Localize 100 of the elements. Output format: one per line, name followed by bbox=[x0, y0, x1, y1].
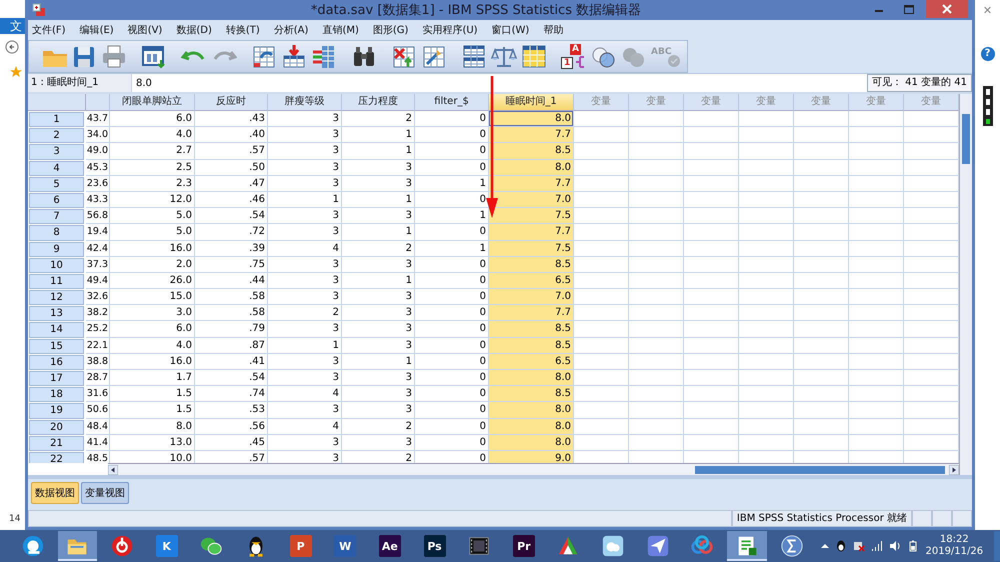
close-button[interactable]: ✕ bbox=[982, 4, 992, 17]
table-icon[interactable] bbox=[461, 44, 487, 70]
column-header[interactable]: 压力程度 bbox=[342, 94, 415, 111]
signal-icon[interactable] bbox=[871, 540, 884, 552]
table-cell: 8.5 bbox=[489, 256, 574, 273]
volume-icon[interactable] bbox=[889, 540, 902, 552]
empty-cell bbox=[849, 402, 904, 419]
empty-cell bbox=[684, 111, 739, 128]
back-icon[interactable] bbox=[5, 40, 19, 54]
table-cell: 3 bbox=[342, 370, 415, 386]
menu-item[interactable]: 直销(M) bbox=[322, 23, 359, 37]
row-header[interactable]: 7 bbox=[29, 209, 84, 224]
table-cell: 8.5 bbox=[489, 321, 574, 338]
table-cell: 8.5 bbox=[489, 386, 574, 402]
table-cell: 3 bbox=[268, 256, 342, 273]
horizontal-scrollbar[interactable] bbox=[108, 463, 959, 475]
printer-icon[interactable] bbox=[101, 44, 127, 70]
empty-cell bbox=[739, 418, 794, 435]
row-header[interactable]: 18 bbox=[29, 387, 84, 402]
row-header[interactable]: 22 bbox=[29, 452, 84, 463]
empty-cell bbox=[629, 224, 684, 240]
menu-item[interactable]: 编辑(E) bbox=[80, 23, 114, 37]
menu-item[interactable]: 帮助 bbox=[543, 23, 564, 37]
clock[interactable]: 18:22 2019/11/26 bbox=[925, 534, 984, 558]
table-icon[interactable] bbox=[421, 44, 447, 70]
row-header[interactable]: 2 bbox=[29, 128, 84, 144]
table-icon[interactable] bbox=[391, 44, 417, 70]
close-button[interactable] bbox=[926, 0, 968, 18]
table-cell: 2 bbox=[342, 418, 415, 435]
table-cell: 3 bbox=[268, 224, 342, 240]
row-header[interactable]: 13 bbox=[29, 306, 84, 322]
row-header[interactable]: 9 bbox=[29, 242, 84, 257]
row-header[interactable]: 21 bbox=[29, 436, 84, 451]
row-header[interactable]: 17 bbox=[29, 371, 84, 386]
star-icon[interactable] bbox=[10, 66, 22, 78]
taskbar-app[interactable]: Pr bbox=[504, 531, 544, 561]
network-icon[interactable] bbox=[853, 540, 866, 552]
row-header[interactable]: 3 bbox=[29, 144, 84, 160]
row-header[interactable]: 8 bbox=[29, 225, 84, 240]
row-header[interactable]: 16 bbox=[29, 354, 84, 370]
row-header[interactable]: 10 bbox=[29, 258, 84, 273]
row-header[interactable]: 4 bbox=[29, 160, 84, 176]
column-header[interactable]: 反应时 bbox=[195, 94, 268, 111]
row-header[interactable]: 1 bbox=[29, 112, 84, 128]
scroll-thumb[interactable] bbox=[962, 114, 970, 164]
menu-item[interactable]: 图形(G) bbox=[372, 23, 408, 37]
row-header[interactable]: 12 bbox=[29, 290, 84, 306]
taskbar-app[interactable]: Ps bbox=[414, 531, 454, 561]
table-icon[interactable] bbox=[521, 44, 547, 70]
table-cell: 3 bbox=[342, 386, 415, 402]
table-cell: 6.5 bbox=[489, 354, 574, 370]
scroll-left-button[interactable] bbox=[108, 464, 118, 474]
view-tab[interactable]: 变量视图 bbox=[81, 482, 129, 504]
scroll-thumb[interactable] bbox=[695, 466, 945, 474]
taskbar-app[interactable]: Ae bbox=[370, 531, 410, 561]
empty-cell bbox=[849, 160, 904, 176]
table-cell: 6.5 bbox=[489, 272, 574, 290]
table-cell: 42.4 bbox=[86, 240, 110, 257]
battery-icon[interactable] bbox=[907, 540, 920, 552]
row-header[interactable]: 19 bbox=[29, 403, 84, 419]
cell-value-field[interactable]: 8.0 bbox=[132, 74, 867, 92]
column-header[interactable]: 胖瘦等级 bbox=[268, 94, 342, 111]
window-icon[interactable] bbox=[141, 44, 167, 70]
menu-item[interactable]: 分析(A) bbox=[274, 23, 308, 37]
empty-cell bbox=[629, 240, 684, 257]
menu-item[interactable]: 窗口(W) bbox=[492, 23, 530, 37]
menu-item[interactable]: 数据(D) bbox=[176, 23, 212, 37]
row-header[interactable]: 15 bbox=[29, 338, 84, 354]
taskbar-app[interactable]: P bbox=[280, 531, 320, 561]
empty-cell bbox=[629, 321, 684, 338]
table-icon[interactable] bbox=[311, 44, 337, 70]
row-header[interactable]: 20 bbox=[29, 420, 84, 435]
table-icon[interactable] bbox=[251, 44, 277, 70]
help-button[interactable]: ? bbox=[980, 47, 994, 61]
row-header[interactable]: 14 bbox=[29, 322, 84, 338]
menu-item[interactable]: 视图(V) bbox=[128, 23, 162, 37]
column-header[interactable]: filter_$ bbox=[415, 94, 489, 111]
empty-cell bbox=[739, 192, 794, 208]
scroll-right-button[interactable] bbox=[949, 464, 959, 474]
empty-cell bbox=[629, 192, 684, 208]
taskbar-app[interactable]: K bbox=[146, 531, 187, 561]
penguin-icon[interactable] bbox=[835, 540, 848, 552]
caret-icon[interactable] bbox=[821, 542, 830, 550]
row-header[interactable]: 6 bbox=[29, 192, 84, 208]
row-header[interactable]: 5 bbox=[29, 176, 84, 192]
column-header[interactable]: 睡眠时间_1 bbox=[489, 94, 574, 111]
check-icon bbox=[667, 54, 681, 68]
value-labels-button[interactable]: A 1 bbox=[561, 44, 587, 70]
table-cell: 1 bbox=[342, 127, 415, 144]
menu-item[interactable]: 转换(T) bbox=[226, 23, 260, 37]
table-icon[interactable] bbox=[281, 44, 307, 70]
taskbar-app[interactable]: W bbox=[325, 531, 366, 561]
vertical-scrollbar[interactable] bbox=[959, 94, 972, 475]
view-tab[interactable]: 数据视图 bbox=[31, 482, 79, 504]
circles-icon[interactable] bbox=[591, 44, 617, 68]
menu-item[interactable]: 实用程序(U) bbox=[422, 23, 478, 37]
menu-item[interactable]: 文件(F) bbox=[32, 23, 66, 37]
column-header[interactable]: 闭眼单脚站立 bbox=[110, 94, 195, 111]
row-header[interactable]: 11 bbox=[29, 274, 84, 290]
empty-cell bbox=[794, 208, 849, 224]
